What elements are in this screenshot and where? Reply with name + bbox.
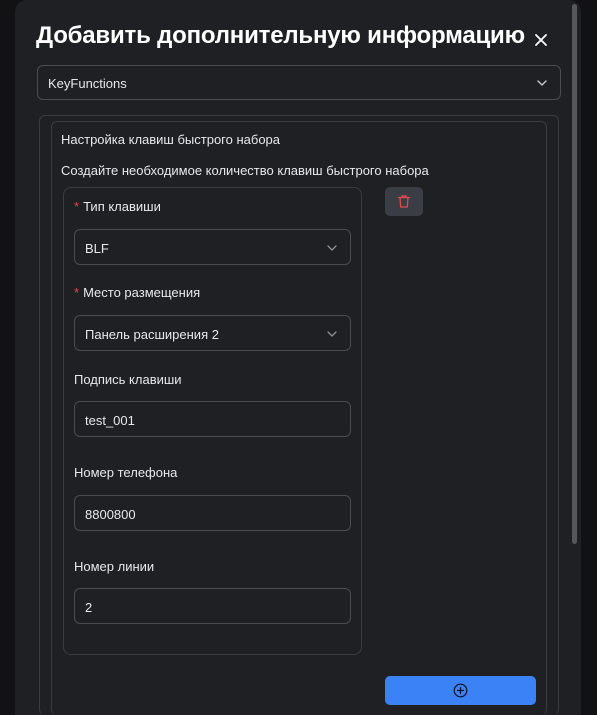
add-info-dialog: Добавить дополнительную информацию KeyFu… (15, 0, 581, 715)
caption-value: test_001 (85, 413, 135, 428)
chevron-down-icon (327, 245, 337, 251)
key-type-select[interactable]: BLF (74, 229, 351, 265)
required-mark: * (74, 199, 80, 214)
dialog-scrollbar[interactable] (572, 4, 577, 715)
scrollbar-thumb[interactable] (572, 4, 577, 544)
caption-input[interactable]: test_001 (74, 401, 351, 437)
close-icon (535, 34, 547, 46)
category-select[interactable]: KeyFunctions (37, 65, 561, 100)
chevron-down-icon (537, 80, 547, 86)
trash-icon (397, 195, 411, 208)
placement-label: * Место размещения (74, 285, 201, 300)
placement-value: Панель расширения 2 (85, 327, 219, 342)
line-input[interactable]: 2 (74, 588, 351, 624)
section-description: Создайте необходимое количество клавиш б… (61, 163, 429, 178)
line-label: Номер линии (74, 559, 155, 574)
phone-value: 8800800 (85, 507, 136, 522)
placement-select[interactable]: Панель расширения 2 (74, 315, 351, 351)
category-select-value: KeyFunctions (48, 76, 127, 91)
key-type-label: * Тип клавиши (74, 199, 161, 214)
phone-input[interactable]: 8800800 (74, 495, 351, 531)
dialog-title: Добавить дополнительную информацию (36, 22, 525, 49)
line-value: 2 (85, 600, 93, 615)
add-key-button[interactable] (385, 676, 536, 705)
chevron-down-icon (327, 331, 337, 337)
caption-label: Подпись клавиши (74, 372, 182, 387)
required-mark: * (74, 285, 80, 300)
section-heading: Настройка клавиш быстрого набора (61, 132, 281, 147)
delete-key-button[interactable] (385, 187, 423, 216)
phone-label: Номер телефона (74, 465, 178, 480)
plus-circle-icon (453, 683, 468, 698)
key-type-value: BLF (85, 241, 109, 256)
close-button[interactable] (531, 30, 551, 50)
